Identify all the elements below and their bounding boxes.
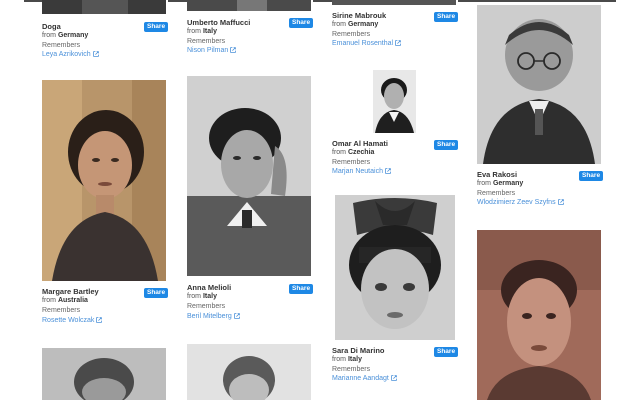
memorial-card[interactable]: Share Sirine Mabrouk from Germany Rememb… bbox=[332, 0, 459, 55]
portrait-photo[interactable] bbox=[332, 0, 456, 5]
memorial-card[interactable]: Share Omar Al Hamati from Czechia Rememb… bbox=[332, 70, 459, 180]
external-link-icon bbox=[92, 51, 99, 57]
memorial-card[interactable] bbox=[477, 230, 603, 400]
origin-line: from Germany bbox=[477, 180, 524, 187]
memorial-card[interactable]: Share Margare Bartley from Australia Rem… bbox=[42, 80, 169, 330]
share-button[interactable]: Share bbox=[144, 22, 169, 32]
memorial-card[interactable] bbox=[187, 344, 313, 400]
portrait-photo[interactable] bbox=[42, 348, 166, 400]
rememberer-link[interactable]: Leya Azrikovich bbox=[42, 51, 99, 58]
rememberer-link[interactable]: Emanuel Rosenthal bbox=[332, 40, 401, 47]
portrait-photo[interactable] bbox=[335, 195, 455, 340]
share-button[interactable]: Share bbox=[144, 288, 169, 298]
external-link-icon bbox=[557, 199, 564, 205]
person-name: Anna Melioli bbox=[187, 283, 232, 292]
origin-line: from Italy bbox=[332, 356, 362, 363]
memorial-card[interactable]: Share Sara Di Marino from Italy Remember… bbox=[332, 195, 459, 390]
rememberer-link[interactable]: Beril Mitelberg bbox=[187, 313, 240, 320]
portrait-photo[interactable] bbox=[477, 5, 601, 164]
external-link-icon bbox=[233, 313, 240, 319]
portrait-photo[interactable] bbox=[373, 70, 416, 133]
remembers-label: Remembers bbox=[332, 159, 371, 166]
portrait-photo[interactable] bbox=[477, 230, 601, 400]
portrait-photo[interactable] bbox=[187, 344, 311, 400]
origin-line: from Australia bbox=[42, 297, 88, 304]
rememberer-link[interactable]: Wlodzimierz Zeev Szyfns bbox=[477, 199, 564, 206]
portrait-photo[interactable] bbox=[42, 0, 166, 14]
origin-line: from Italy bbox=[187, 28, 217, 35]
person-name: Sara Di Marino bbox=[332, 346, 385, 355]
person-name: Doga bbox=[42, 22, 61, 31]
rememberer-link[interactable]: Rosette Wolczak bbox=[42, 317, 103, 324]
person-name: Omar Al Hamati bbox=[332, 139, 388, 148]
external-link-icon bbox=[385, 168, 391, 174]
share-button[interactable]: Share bbox=[434, 347, 459, 357]
share-button[interactable]: Share bbox=[289, 18, 314, 28]
memorial-card[interactable]: Share Eva Rakosi from Germany Remembers … bbox=[477, 5, 604, 215]
person-name: Umberto Maffucci bbox=[187, 18, 251, 27]
rememberer-link[interactable]: Nison Pilman bbox=[187, 47, 237, 54]
portrait-photo[interactable] bbox=[187, 76, 311, 276]
remembers-label: Remembers bbox=[332, 366, 371, 373]
remembers-label: Remembers bbox=[42, 42, 81, 49]
person-name: Eva Rakosi bbox=[477, 170, 518, 179]
remembers-label: Remembers bbox=[477, 190, 516, 197]
share-button[interactable]: Share bbox=[289, 284, 314, 294]
memorial-card[interactable] bbox=[42, 348, 168, 400]
share-button[interactable]: Share bbox=[434, 140, 459, 150]
remembers-label: Remembers bbox=[332, 31, 371, 38]
share-button[interactable]: Share bbox=[434, 12, 459, 22]
remembers-label: Remembers bbox=[187, 38, 226, 45]
memorial-card[interactable]: Share Anna Melioli from Italy Remembers … bbox=[187, 76, 314, 326]
origin-line: from Italy bbox=[187, 293, 217, 300]
person-name: Margare Bartley bbox=[42, 287, 99, 296]
portrait-photo[interactable] bbox=[42, 80, 166, 281]
remembers-label: Remembers bbox=[42, 307, 81, 314]
external-link-icon bbox=[391, 375, 397, 381]
origin-line: from Germany bbox=[332, 21, 379, 28]
rememberer-link[interactable]: Marianne Aandagt bbox=[332, 375, 397, 382]
origin-line: from Czechia bbox=[332, 149, 375, 156]
portrait-photo[interactable] bbox=[187, 0, 311, 11]
rememberer-link[interactable]: Marjan Neutaich bbox=[332, 168, 391, 175]
external-link-icon bbox=[96, 317, 103, 323]
memorial-card[interactable]: Share Umberto Maffucci from Italy Rememb… bbox=[187, 0, 314, 62]
origin-line: from Germany bbox=[42, 32, 89, 39]
remembers-label: Remembers bbox=[187, 303, 226, 310]
external-link-icon bbox=[230, 47, 237, 53]
share-button[interactable]: Share bbox=[579, 171, 604, 181]
person-name: Sirine Mabrouk bbox=[332, 11, 387, 20]
external-link-icon bbox=[395, 40, 401, 46]
memorial-card[interactable]: Share Doga from Germany Remembers Leya A… bbox=[42, 0, 169, 62]
